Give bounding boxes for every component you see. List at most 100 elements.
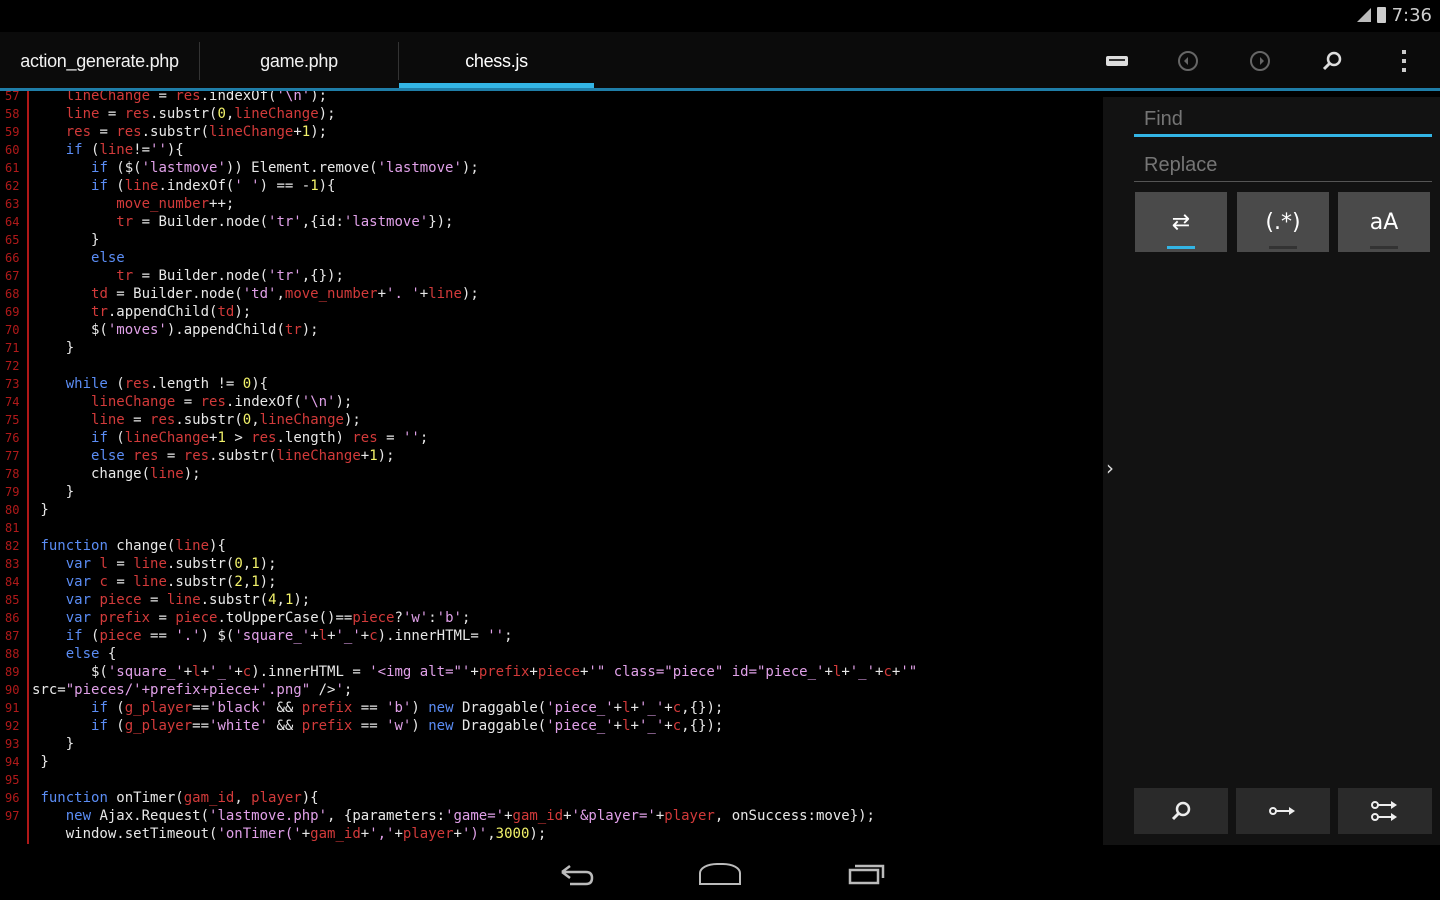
line-number: 80 bbox=[5, 503, 20, 517]
regex-toggle[interactable]: (.*) bbox=[1237, 192, 1329, 252]
code-text: src="pieces/'+prefix+piece+'.png" />'; bbox=[32, 682, 353, 698]
line-number: 84 bbox=[5, 575, 20, 589]
line-number: 95 bbox=[5, 773, 20, 787]
code-text: new Ajax.Request('lastmove.php', {parame… bbox=[65, 808, 875, 824]
line-number: 65 bbox=[5, 233, 20, 247]
code-text: var piece = line.substr(4,1); bbox=[65, 592, 311, 608]
line-number: 78 bbox=[5, 467, 20, 481]
code-text: $('moves').appendChild(tr); bbox=[32, 322, 319, 338]
back-button[interactable] bbox=[546, 852, 606, 896]
code-editor[interactable]: 57 lineChange = res.indexOf('\n'); 58 lin… bbox=[0, 91, 1100, 844]
code-text: tr.appendChild(td); bbox=[91, 304, 252, 320]
action-bar: action_generate.php game.php chess.js bbox=[0, 32, 1440, 90]
line-number: 64 bbox=[5, 215, 20, 229]
code-text: } bbox=[32, 502, 49, 518]
code-text: var prefix = piece.toUpperCase()==piece?… bbox=[65, 610, 471, 626]
line-number: 79 bbox=[5, 485, 20, 499]
line-number: 60 bbox=[5, 143, 20, 157]
overflow-menu-icon[interactable] bbox=[1387, 44, 1421, 78]
line-number: 88 bbox=[5, 647, 20, 661]
line-number: 73 bbox=[5, 377, 20, 391]
match-case-toggle[interactable]: aA bbox=[1338, 192, 1430, 252]
tab-game-php[interactable]: game.php bbox=[200, 32, 398, 90]
find-field-underline bbox=[1134, 134, 1432, 137]
line-number: 62 bbox=[5, 179, 20, 193]
replace-button[interactable] bbox=[1236, 788, 1330, 834]
keyboard-icon[interactable] bbox=[1100, 44, 1134, 78]
code-text: if ($('lastmove')) Element.remove('lastm… bbox=[91, 160, 479, 176]
line-number: 71 bbox=[5, 341, 20, 355]
home-icon bbox=[699, 863, 741, 885]
line-number: 70 bbox=[5, 323, 20, 337]
recent-apps-icon bbox=[848, 864, 885, 885]
line-number: 63 bbox=[5, 197, 20, 211]
match-case-icon: aA bbox=[1369, 209, 1399, 235]
replace-input[interactable] bbox=[1136, 148, 1432, 182]
line-number: 59 bbox=[5, 125, 20, 139]
code-text: else { bbox=[65, 646, 117, 662]
code-text: if (g_player=='black' && prefix == 'b') … bbox=[91, 700, 724, 716]
line-number: 87 bbox=[5, 629, 20, 643]
redo-icon[interactable] bbox=[1243, 44, 1277, 78]
code-text: } bbox=[32, 340, 75, 356]
code-text: if (piece == '.') $('square_'+l+'_'+c).i… bbox=[65, 628, 513, 644]
line-number: 68 bbox=[5, 287, 20, 301]
undo-icon[interactable] bbox=[1171, 44, 1205, 78]
code-text: move_number++; bbox=[116, 196, 235, 212]
line-number: 67 bbox=[5, 269, 20, 283]
replace-field[interactable] bbox=[1136, 148, 1432, 184]
code-text: var l = line.substr(0,1); bbox=[65, 556, 277, 572]
line-number: 77 bbox=[5, 449, 20, 463]
find-input[interactable] bbox=[1136, 102, 1432, 136]
code-text: $('square_'+l+'_'+c).innerHTML = '<img a… bbox=[32, 664, 918, 680]
tab-chess-js[interactable]: chess.js bbox=[399, 32, 594, 90]
code-text: function onTimer(gam_id, player){ bbox=[40, 790, 319, 806]
code-text: window.setTimeout('onTimer('+gam_id+','+… bbox=[32, 826, 547, 842]
line-number: 57 bbox=[5, 91, 20, 103]
line-number: 76 bbox=[5, 431, 20, 445]
line-number: 94 bbox=[5, 755, 20, 769]
toggle-indicator bbox=[1167, 246, 1195, 249]
code-text: } bbox=[32, 754, 49, 770]
line-number: 75 bbox=[5, 413, 20, 427]
code-text: function change(line){ bbox=[40, 538, 226, 554]
replace-all-icon bbox=[1371, 801, 1397, 821]
status-time: 7:36 bbox=[1391, 4, 1432, 26]
find-next-button[interactable] bbox=[1134, 788, 1228, 834]
tab-label: chess.js bbox=[465, 50, 528, 71]
code-text: change(line); bbox=[32, 466, 201, 482]
replace-field-underline bbox=[1134, 181, 1432, 182]
line-number: 69 bbox=[5, 305, 20, 319]
line-number: 66 bbox=[5, 251, 20, 265]
line-number: 89 bbox=[5, 665, 20, 679]
back-icon bbox=[561, 865, 594, 886]
line-number: 96 bbox=[5, 791, 20, 805]
line-number: 85 bbox=[5, 593, 20, 607]
wrap-around-toggle[interactable]: ⇄ bbox=[1135, 192, 1227, 252]
line-number: 58 bbox=[5, 107, 20, 121]
line-number: 93 bbox=[5, 737, 20, 751]
tab-action-generate[interactable]: action_generate.php bbox=[0, 32, 199, 90]
find-next-icon bbox=[1171, 801, 1191, 821]
line-number: 61 bbox=[5, 161, 20, 175]
code-text: } bbox=[32, 232, 100, 248]
code-text: if (lineChange+1 > res.length) res = ''; bbox=[91, 430, 429, 446]
find-field[interactable] bbox=[1136, 102, 1432, 138]
status-bar: 7:36 bbox=[0, 0, 1440, 32]
replace-icon bbox=[1269, 807, 1295, 815]
regex-icon: (.*) bbox=[1265, 209, 1301, 235]
tab-label: game.php bbox=[260, 50, 338, 71]
replace-all-button[interactable] bbox=[1338, 788, 1432, 834]
code-text: res = res.substr(lineChange+1); bbox=[65, 124, 328, 140]
code-text: var c = line.substr(2,1); bbox=[65, 574, 277, 590]
recent-apps-button[interactable] bbox=[836, 852, 896, 896]
code-text: } bbox=[32, 484, 75, 500]
code-text: tr = Builder.node('tr',{id:'lastmove'}); bbox=[116, 214, 454, 230]
collapse-panel-icon[interactable]: › bbox=[1106, 456, 1114, 480]
search-icon[interactable] bbox=[1315, 44, 1349, 78]
home-button[interactable] bbox=[690, 852, 750, 896]
line-number: 82 bbox=[5, 539, 20, 553]
code-text: if (line.indexOf(' ') == -1){ bbox=[91, 178, 336, 194]
code-text: lineChange = res.indexOf('\n'); bbox=[91, 394, 353, 410]
code-text: if (g_player=='white' && prefix == 'w') … bbox=[91, 718, 724, 734]
